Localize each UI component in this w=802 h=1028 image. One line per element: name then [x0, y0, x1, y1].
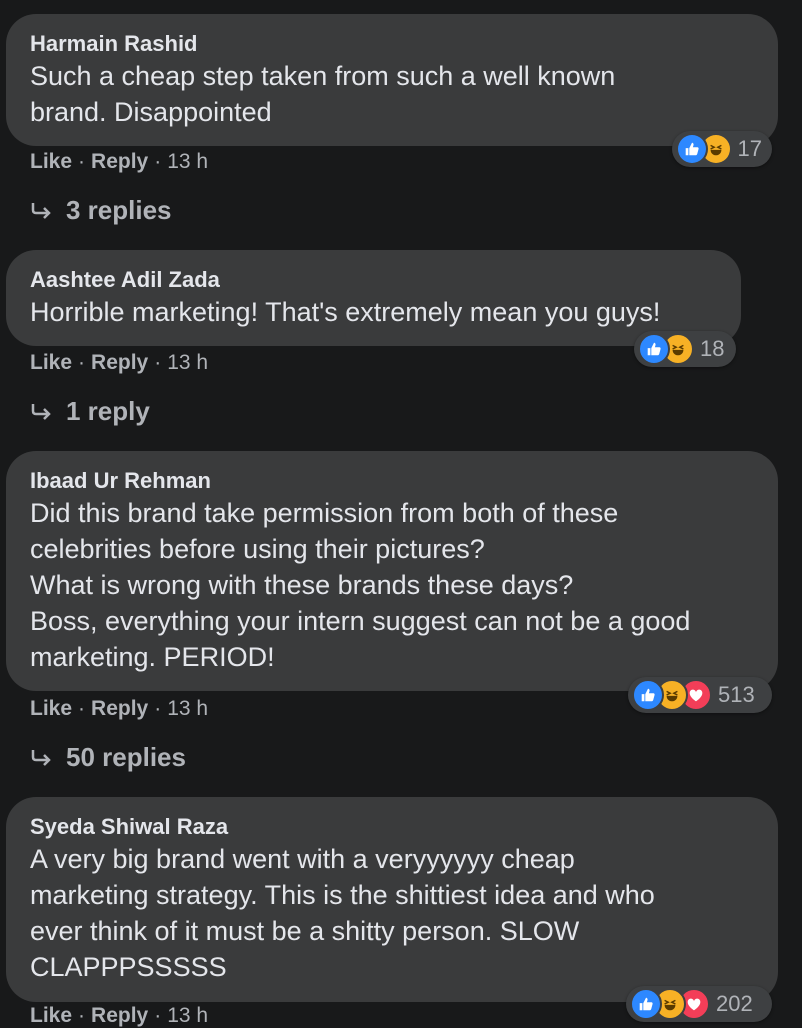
like-button[interactable]: Like [30, 351, 72, 374]
replies-count: 1 reply [66, 396, 150, 426]
reaction-summary[interactable]: 18 [634, 331, 736, 367]
like-button[interactable]: Like [30, 697, 72, 720]
comment-actions: Like · Reply · 13 h [30, 351, 209, 374]
reply-arrow-icon [31, 202, 51, 219]
reply-button[interactable]: Reply [91, 697, 148, 720]
reaction-count: 513 [718, 682, 755, 707]
comment-time[interactable]: 13 h [167, 150, 208, 173]
comment-author[interactable]: Syeda Shiwal Raza [30, 813, 754, 841]
comment-text: A very big brand went with a veryyyyyy c… [30, 844, 655, 982]
view-replies-link[interactable]: 1 reply [30, 396, 150, 427]
replies-count: 50 replies [66, 742, 186, 772]
comment-author[interactable]: Harmain Rashid [30, 30, 754, 58]
replies-count: 3 replies [66, 195, 172, 225]
comment-author[interactable]: Aashtee Adil Zada [30, 266, 717, 294]
comment-text: Such a cheap step taken from such a well… [30, 61, 616, 127]
comment-actions: Like · Reply · 13 h [30, 1004, 209, 1027]
comment-actions: Like · Reply · 13 h [30, 697, 209, 720]
view-replies-link[interactable]: 3 replies [30, 195, 172, 226]
reply-button[interactable]: Reply [91, 150, 148, 173]
reaction-summary[interactable]: 17 [672, 131, 772, 167]
comment-time[interactable]: 13 h [167, 351, 208, 374]
like-reaction-icon [676, 133, 708, 165]
reply-arrow-icon [31, 403, 51, 420]
comment-bubble[interactable]: Harmain Rashid Such a cheap step taken f… [6, 14, 778, 146]
comment-text: Did this brand take permission from both… [30, 498, 691, 672]
reaction-count: 17 [737, 136, 762, 161]
comment-actions: Like · Reply · 13 h [30, 150, 209, 173]
comment-author[interactable]: Ibaad Ur Rehman [30, 467, 754, 495]
reaction-summary[interactable]: 513 [628, 677, 772, 713]
like-reaction-icon [630, 988, 662, 1020]
like-button[interactable]: Like [30, 150, 72, 173]
comment-bubble[interactable]: Syeda Shiwal Raza A very big brand went … [6, 797, 778, 1002]
reply-button[interactable]: Reply [91, 351, 148, 374]
comment-bubble[interactable]: Ibaad Ur Rehman Did this brand take perm… [6, 451, 778, 691]
view-replies-link[interactable]: 50 replies [30, 742, 186, 773]
like-reaction-icon [632, 679, 664, 711]
comment-time[interactable]: 13 h [167, 697, 208, 720]
comment-text: Horrible marketing! That's extremely mea… [30, 297, 661, 327]
reaction-count: 202 [716, 991, 753, 1016]
reaction-count: 18 [700, 336, 725, 361]
reply-arrow-icon [31, 749, 51, 766]
reaction-summary[interactable]: 202 [626, 986, 772, 1022]
comment-bubble[interactable]: Aashtee Adil Zada Horrible marketing! Th… [6, 250, 741, 346]
like-reaction-icon [638, 333, 670, 365]
